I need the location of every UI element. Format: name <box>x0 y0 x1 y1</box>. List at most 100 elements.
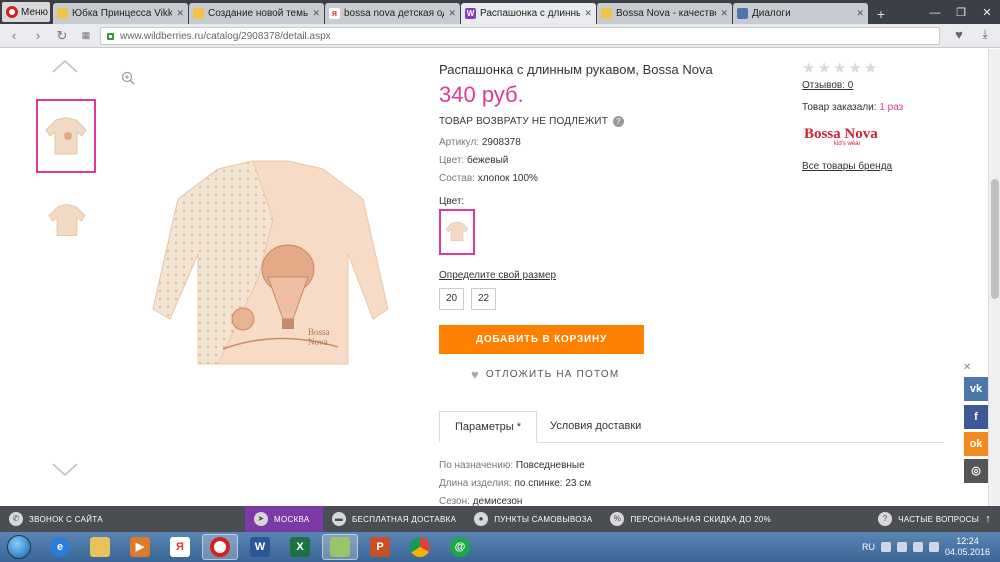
browser-tab-strip: Меню Юбка Принцесса Vikki ✕ Создание нов… <box>0 0 1000 24</box>
start-button[interactable] <box>0 532 38 562</box>
menu-label: Меню <box>21 6 49 18</box>
pickup-points-link[interactable]: ● ПУНКТЫ САМОВЫВОЗА <box>465 506 601 532</box>
bluetooth-icon[interactable] <box>912 542 923 552</box>
ordered-count: Товар заказали: 1 раз <box>802 102 904 113</box>
browser-tab[interactable]: Диалоги ✕ <box>733 3 868 24</box>
odnoklassniki-share-icon[interactable]: ok <box>964 432 988 456</box>
social-close-icon[interactable]: ✕ <box>963 362 971 373</box>
reload-icon[interactable]: ↻ <box>56 28 68 44</box>
free-delivery-link[interactable]: ▬ БЕСПЛАТНАЯ ДОСТАВКА <box>323 506 465 532</box>
reviews-link[interactable]: Отзывов: 0 <box>802 80 853 91</box>
download-icon[interactable]: ⤓ <box>976 27 994 45</box>
gallery-up-arrow-icon[interactable] <box>52 59 78 73</box>
vk-share-icon[interactable]: vk <box>964 377 988 401</box>
bookmark-heart-icon[interactable]: ♥ <box>948 27 970 45</box>
browser-tab[interactable]: Создание новой темы ✕ <box>189 3 324 24</box>
browser-tab[interactable]: Юбка Принцесса Vikki ✕ <box>53 3 188 24</box>
color-value: бежевый <box>466 155 509 166</box>
facebook-share-icon[interactable]: f <box>964 405 988 429</box>
truck-icon: ▬ <box>332 512 346 526</box>
browser-tab[interactable]: Bossa Nova - качествен ✕ <box>597 3 732 24</box>
close-tab-icon[interactable]: ✕ <box>312 8 320 19</box>
chrome-icon <box>410 537 430 557</box>
folder-icon <box>57 8 68 19</box>
volume-icon[interactable] <box>928 542 939 552</box>
taskbar-ie[interactable]: e <box>42 534 78 560</box>
site-bottom-bar: ✆ ЗВОНОК С САЙТА ➤ МОСКВА ▬ БЕСПЛАТНАЯ Д… <box>0 506 1000 532</box>
taskbar-opera[interactable] <box>202 534 238 560</box>
taskbar-word[interactable]: W <box>242 534 278 560</box>
page-scrollbar[interactable] <box>988 49 1000 506</box>
scrollbar-thumb[interactable] <box>991 179 999 299</box>
window-controls: — ❐ ✕ <box>922 4 1000 24</box>
tab-params[interactable]: Параметры * <box>439 411 537 443</box>
flag-icon[interactable] <box>880 542 891 552</box>
gallery-down-arrow-icon[interactable] <box>52 463 78 477</box>
taskbar-explorer[interactable] <box>82 534 118 560</box>
color-swatch-beige[interactable] <box>439 209 475 255</box>
taskbar-powerpoint[interactable]: P <box>362 534 398 560</box>
close-tab-icon[interactable]: ✕ <box>720 8 728 19</box>
brand-logo[interactable]: Bossa Nova kid's wear <box>804 127 888 151</box>
svg-text:Nova: Nova <box>308 337 328 347</box>
save-for-later-button[interactable]: ♥ ОТЛОЖИТЬ НА ПОТОМ <box>471 367 619 382</box>
browser-tab[interactable]: я bossa nova детская оде ✕ <box>325 3 460 24</box>
taskbar-yandex[interactable]: Я <box>162 534 198 560</box>
taskbar-media[interactable]: ▶ <box>122 534 158 560</box>
close-tab-icon[interactable]: ✕ <box>584 8 592 19</box>
discount-icon: % <box>610 512 625 526</box>
back-icon[interactable]: ‹ <box>8 28 20 43</box>
taskbar-photos[interactable] <box>322 534 358 560</box>
address-bar-row: ‹ › ↻ ▦ www.wildberries.ru/catalog/29083… <box>0 24 1000 48</box>
help-question-icon[interactable]: ? <box>613 116 624 127</box>
personal-discount-link[interactable]: % ПЕРСОНАЛЬНАЯ СКИДКА ДО 20% <box>601 506 780 532</box>
gallery-thumbnail-back[interactable] <box>40 191 94 251</box>
browser-tab-active[interactable]: W Распашонка с длинным ✕ <box>461 3 596 24</box>
instagram-share-icon[interactable]: ◎ <box>964 459 988 483</box>
shirt-swatch-icon <box>445 221 469 241</box>
rating-stars[interactable]: ★ ★ ★ ★ ★ <box>802 60 877 77</box>
mail-agent-icon: @ <box>450 537 470 557</box>
faq-link[interactable]: ? ЧАСТЫЕ ВОПРОСЫ ↑ <box>869 506 1000 532</box>
close-tab-icon[interactable]: ✕ <box>176 8 184 19</box>
clock[interactable]: 12:24 04.05.2016 <box>945 536 990 558</box>
gallery-thumbnail-front[interactable] <box>36 99 96 173</box>
no-return-notice: ТОВАР ВОЗВРАТУ НЕ ПОДЛЕЖИТ ? <box>439 116 624 127</box>
maximize-icon[interactable]: ❐ <box>948 4 974 22</box>
product-main-image[interactable]: Bossa Nova <box>148 159 393 374</box>
size-option-20[interactable]: 20 <box>439 288 464 310</box>
browser-menu-button[interactable]: Меню <box>2 2 50 22</box>
network-icon[interactable] <box>896 542 907 552</box>
taskbar-mailru[interactable]: @ <box>442 534 478 560</box>
close-window-icon[interactable]: ✕ <box>974 4 1000 22</box>
yandex-browser-icon: Я <box>170 537 190 557</box>
close-tab-icon[interactable]: ✕ <box>448 8 456 19</box>
size-guide-link[interactable]: Определите свой размер <box>439 270 556 281</box>
forward-icon[interactable]: › <box>32 28 44 43</box>
city-selector[interactable]: ➤ МОСКВА <box>245 506 323 532</box>
tab-delivery[interactable]: Условия доставки <box>535 411 656 443</box>
product-page: Bossa Nova Распашонка с длинным рукавом,… <box>0 49 988 506</box>
star-icon: ★ <box>802 60 816 77</box>
taskbar-excel[interactable]: X <box>282 534 318 560</box>
speed-dial-icon[interactable]: ▦ <box>80 30 92 41</box>
taskbar-chrome[interactable] <box>402 534 438 560</box>
composition-value: хлопок 100% <box>477 173 538 184</box>
folder-icon <box>601 8 612 19</box>
param-row: Сезон: демисезон <box>439 496 523 506</box>
zoom-in-icon[interactable] <box>121 71 135 85</box>
size-option-22[interactable]: 22 <box>471 288 496 310</box>
location-arrow-icon: ➤ <box>254 512 268 526</box>
add-to-cart-button[interactable]: ДОБАВИТЬ В КОРЗИНУ <box>439 325 644 354</box>
all-brand-products-link[interactable]: Все товары бренда <box>802 161 892 172</box>
folder-icon <box>193 8 204 19</box>
language-indicator[interactable]: RU <box>862 542 875 552</box>
media-player-icon: ▶ <box>130 537 150 557</box>
callback-link[interactable]: ✆ ЗВОНОК С САЙТА <box>0 506 245 532</box>
scroll-top-icon[interactable]: ↑ <box>985 513 991 525</box>
url-text: www.wildberries.ru/catalog/2908378/detai… <box>120 30 331 42</box>
close-tab-icon[interactable]: ✕ <box>856 8 864 19</box>
url-input[interactable]: www.wildberries.ru/catalog/2908378/detai… <box>100 27 940 45</box>
minimize-icon[interactable]: — <box>922 4 948 22</box>
new-tab-button[interactable]: + <box>871 6 891 24</box>
